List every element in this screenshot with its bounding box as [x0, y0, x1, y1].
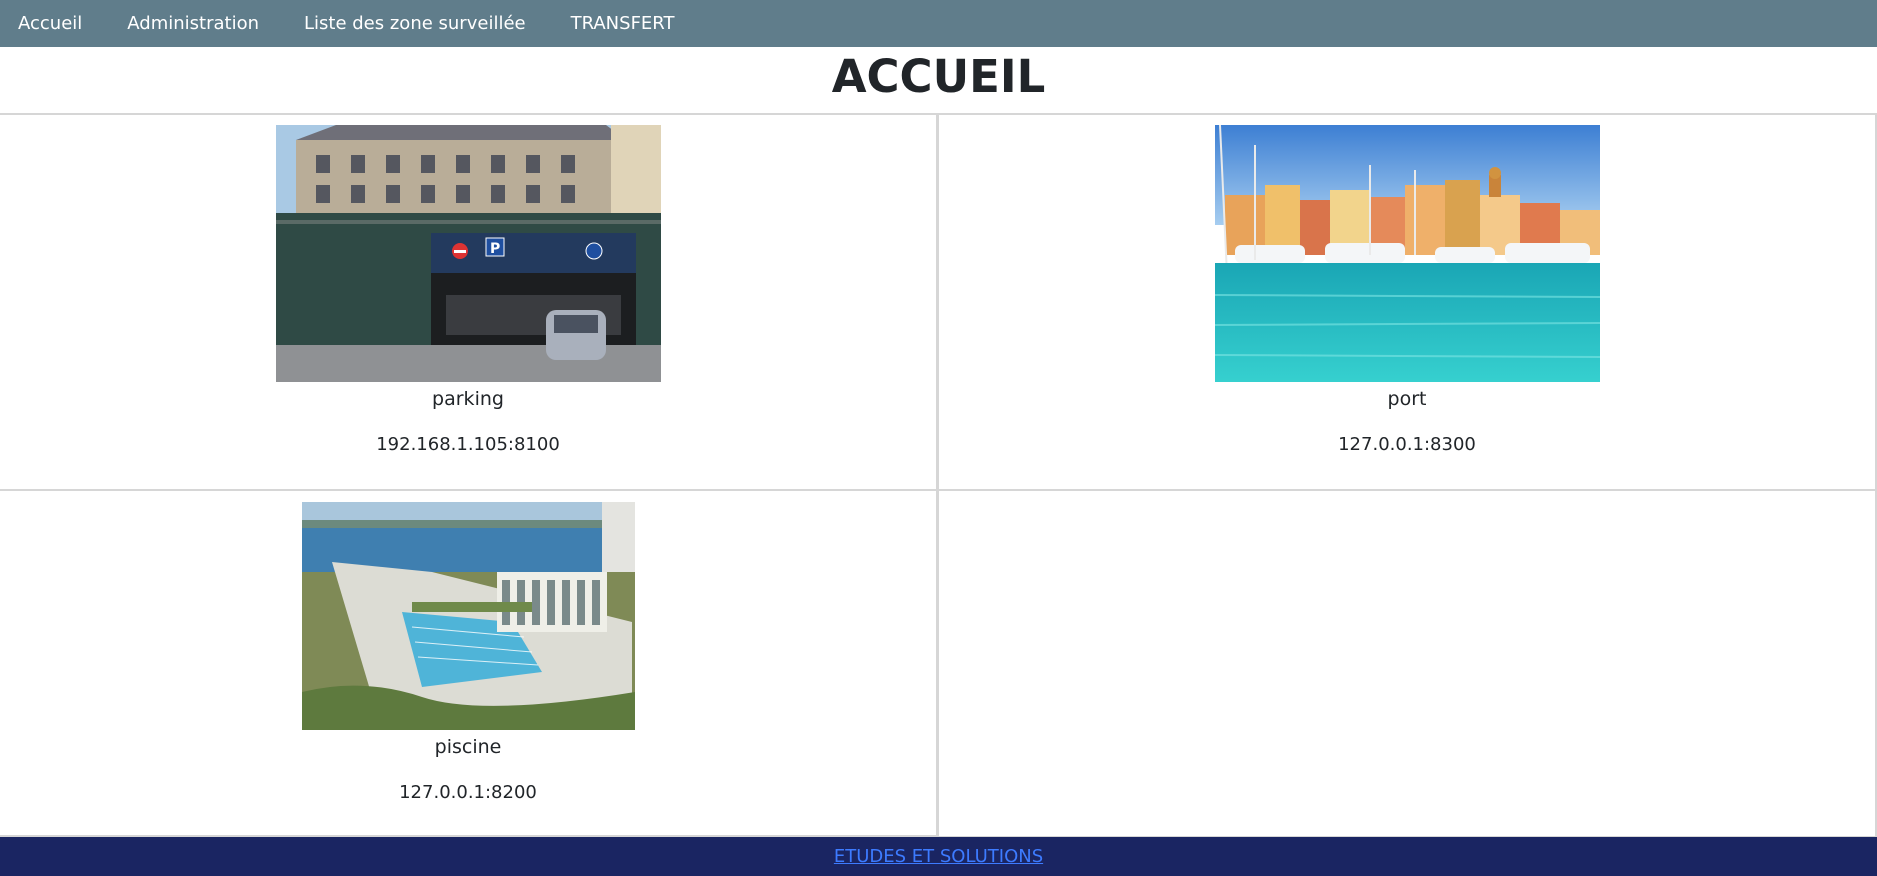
zone-address: 127.0.0.1:8200 [399, 782, 537, 803]
top-navbar: Accueil Administration Liste des zone su… [0, 0, 1877, 47]
zone-card-parking: P parking 192.168.1.105:8100 [0, 115, 938, 491]
zone-address: 127.0.0.1:8300 [1338, 434, 1476, 455]
nav-zone-list[interactable]: Liste des zone surveillée [304, 13, 526, 34]
port-picture [1214, 125, 1600, 382]
footer: ETUDES ET SOLUTIONS [0, 836, 1877, 876]
piscine-image[interactable] [301, 502, 635, 730]
piscine-picture [301, 502, 635, 730]
parking-picture: P [275, 125, 661, 382]
zone-card-port: port 127.0.0.1:8300 [938, 115, 1877, 491]
parking-image[interactable]: P [275, 125, 661, 382]
empty-cell [938, 491, 1877, 837]
nav-accueil[interactable]: Accueil [18, 13, 82, 34]
nav-administration[interactable]: Administration [127, 13, 259, 34]
zone-card-piscine: piscine 127.0.0.1:8200 [0, 491, 938, 837]
footer-link[interactable]: ETUDES ET SOLUTIONS [834, 846, 1043, 867]
zone-name: port [1387, 388, 1427, 410]
port-image[interactable] [1214, 125, 1600, 382]
svg-text:P: P [490, 241, 500, 257]
zone-address: 192.168.1.105:8100 [376, 434, 560, 455]
zone-grid: P parking 192.168.1.105:8100 port 127.0.… [0, 113, 1877, 837]
zone-name: parking [432, 388, 504, 410]
page-title: ACCUEIL [831, 50, 1046, 103]
nav-transfert[interactable]: TRANSFERT [571, 13, 675, 34]
zone-name: piscine [434, 736, 502, 758]
